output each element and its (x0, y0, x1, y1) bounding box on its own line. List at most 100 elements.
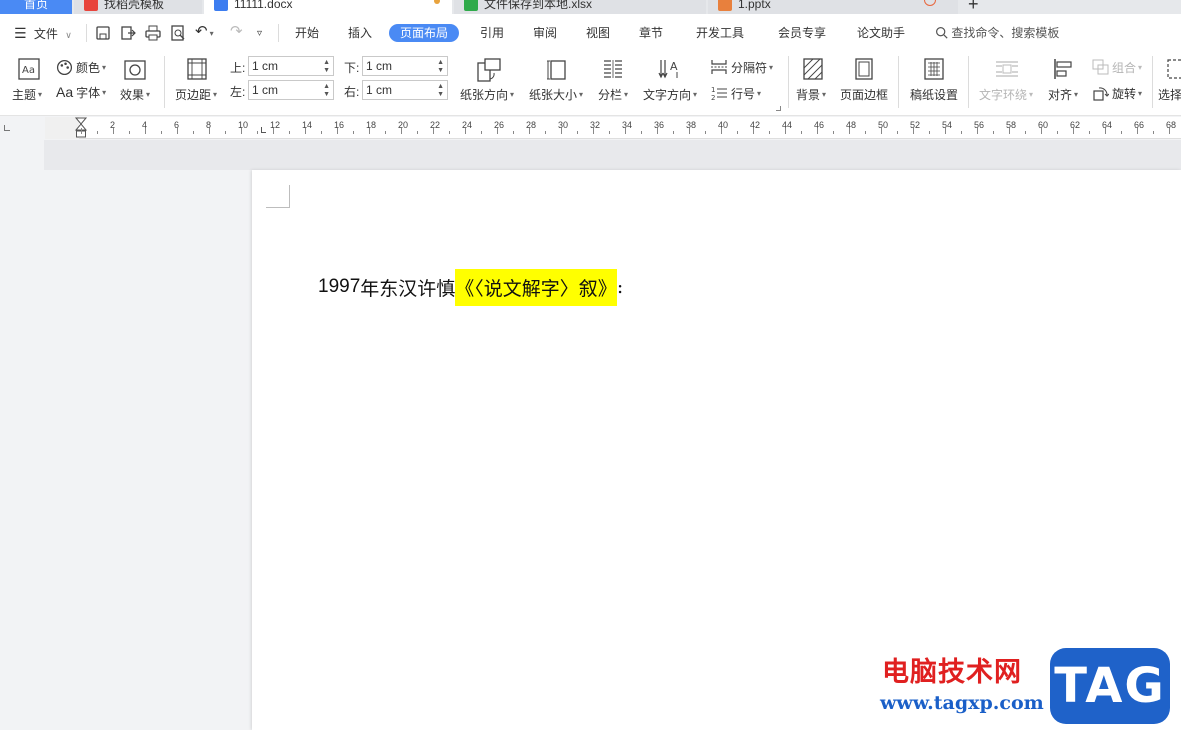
customize-toolbar-button[interactable]: ▿ (257, 23, 262, 41)
margin-right-input[interactable]: 1 cm ▲ ▼ (362, 80, 448, 100)
tab-spreadsheet[interactable]: 文件保存到本地.xlsx (454, 0, 706, 14)
redo-button[interactable]: ↷ (230, 23, 243, 41)
tab-references[interactable]: 引用 (480, 24, 504, 42)
ruler-tick (1025, 131, 1026, 134)
margin-left-input[interactable]: 1 cm ▲ ▼ (248, 80, 334, 100)
ruler-tick (1121, 131, 1122, 134)
group-button[interactable]: 组合 ▾ (1092, 58, 1142, 76)
tab-stop-icon[interactable] (261, 127, 266, 133)
redo-icon: ↷ (230, 23, 243, 40)
text-wrap-icon[interactable] (994, 58, 1020, 80)
watermark-url: www.tagxp.com (880, 692, 1044, 714)
tab-thesis-assistant[interactable]: 论文助手 (857, 24, 905, 42)
text-direction-icon[interactable]: A (658, 58, 684, 80)
color-button[interactable]: 颜色 ▾ (56, 58, 106, 76)
margins-icon[interactable] (186, 58, 208, 80)
orientation-button[interactable]: 纸张方向 ▾ (460, 85, 514, 103)
ruler-tick (641, 131, 642, 134)
effects-icon[interactable] (124, 59, 146, 81)
font-button[interactable]: Aa 字体 ▾ (56, 83, 106, 101)
tab-document[interactable]: 11111.docx (204, 0, 452, 14)
margin-top-input[interactable]: 1 cm ▲ ▼ (248, 56, 334, 76)
margins-button[interactable]: 页边距 ▾ (175, 85, 217, 103)
ruler-tick (513, 131, 514, 134)
tab-developer[interactable]: 开发工具 (696, 24, 744, 42)
command-search[interactable]: 查找命令、搜索模板 (935, 24, 1059, 42)
tab-membership[interactable]: 会员专享 (778, 24, 826, 42)
theme-icon[interactable]: Aa (18, 58, 40, 80)
tab-insert[interactable]: 插入 (348, 24, 372, 42)
new-tab-button[interactable]: + (962, 0, 992, 14)
text-wrap-button[interactable]: 文字环绕 ▾ (979, 85, 1033, 103)
tab-chapter[interactable]: 章节 (639, 24, 663, 42)
year-text: 1997 (318, 276, 361, 297)
ruler-number: 28 (526, 120, 537, 130)
columns-icon[interactable] (602, 58, 624, 80)
file-menu[interactable]: ☰ 文件 ∨ (14, 24, 72, 42)
dialog-launcher-icon[interactable] (776, 106, 781, 111)
line-numbers-icon: 12 (711, 86, 727, 101)
page-break-icon (711, 60, 727, 74)
ribbon-page-layout: Aa 主题 ▾ 颜色 ▾ Aa 字体 ▾ 效果 ▾ 页边距 ▾ 上: 1 cm ▲ ▼ 左: … (0, 50, 1181, 116)
columns-button[interactable]: 分栏 ▾ (598, 85, 628, 103)
document-page[interactable] (252, 170, 1181, 730)
ruler-tick (481, 131, 482, 134)
align-icon[interactable] (1052, 58, 1074, 80)
export-pdf-icon[interactable] (120, 25, 136, 41)
document-text-line[interactable]: 1997 年东汉许慎 《〈说文解字〉叙》 : (318, 268, 623, 306)
background-icon[interactable] (802, 58, 824, 80)
tab-view[interactable]: 视图 (586, 24, 610, 42)
ruler-tick (129, 131, 130, 134)
docer-icon (84, 0, 98, 11)
background-button[interactable]: 背景 ▾ (796, 85, 826, 103)
theme-button[interactable]: 主题 ▾ (12, 85, 42, 103)
tab-page-layout[interactable]: 页面布局 (389, 24, 460, 42)
pptx-icon (718, 0, 732, 11)
line-numbers-button[interactable]: 12 行号 ▾ (710, 84, 761, 102)
undo-button[interactable]: ↶ ▾ (195, 23, 214, 41)
tab-start[interactable]: 开始 (295, 24, 319, 42)
warning-icon (924, 0, 936, 6)
ruler-tick (417, 131, 418, 134)
save-icon[interactable] (95, 25, 111, 41)
horizontal-ruler[interactable]: 2 4 6 8 10 12 14 16 18 20 22 24 26 28 30 32 34 36 38 40 42 44… (45, 117, 1181, 139)
select-button[interactable]: 选择 (1158, 85, 1181, 103)
manuscript-icon[interactable] (923, 58, 945, 80)
paper-size-icon[interactable] (546, 58, 568, 80)
hamburger-icon: ☰ (14, 25, 27, 41)
page-border-icon[interactable] (853, 58, 875, 80)
print-icon[interactable] (145, 25, 161, 41)
breaks-button[interactable]: 分隔符 ▾ (710, 58, 773, 76)
rotate-button[interactable]: 旋转 ▾ (1092, 84, 1142, 102)
watermark-tag-logo: TAG (1050, 648, 1170, 724)
ruler-tick (929, 131, 930, 134)
tab-home[interactable]: 首页 (0, 0, 72, 14)
xlsx-icon (464, 0, 478, 11)
tab-templates[interactable]: 找稻壳模板 (74, 0, 202, 14)
select-icon[interactable] (1166, 58, 1181, 80)
ruler-corner-icon[interactable] (4, 125, 10, 131)
align-button[interactable]: 对齐 ▾ (1048, 85, 1078, 103)
ruler-tick (705, 131, 706, 134)
ruler-tick (353, 131, 354, 134)
print-preview-icon[interactable] (170, 25, 186, 41)
text-direction-button[interactable]: 文字方向 ▾ (643, 85, 697, 103)
manuscript-settings-button[interactable]: 稿纸设置 (910, 85, 958, 103)
font-aa-icon: Aa (56, 84, 74, 100)
search-icon (936, 27, 948, 39)
watermark: 电脑技术网 www.tagxp.com TAG (880, 648, 1180, 730)
page-border-button[interactable]: 页面边框 (840, 85, 888, 103)
chevron-down-icon: ∨ (65, 30, 72, 40)
tab-presentation[interactable]: 1.pptx (708, 0, 958, 14)
undo-icon: ↶ (195, 23, 208, 40)
ruler-number: 20 (398, 120, 409, 130)
ruler-number: 32 (590, 120, 601, 130)
ruler-tick (321, 131, 322, 134)
orientation-icon[interactable] (476, 57, 502, 83)
ruler-number: 58 (1006, 120, 1017, 130)
margin-bottom-input[interactable]: 1 cm ▲ ▼ (362, 56, 448, 76)
tab-review[interactable]: 审阅 (533, 24, 557, 42)
ruler-number: 60 (1038, 120, 1049, 130)
effects-button[interactable]: 效果 ▾ (120, 85, 150, 103)
paper-size-button[interactable]: 纸张大小 ▾ (529, 85, 583, 103)
